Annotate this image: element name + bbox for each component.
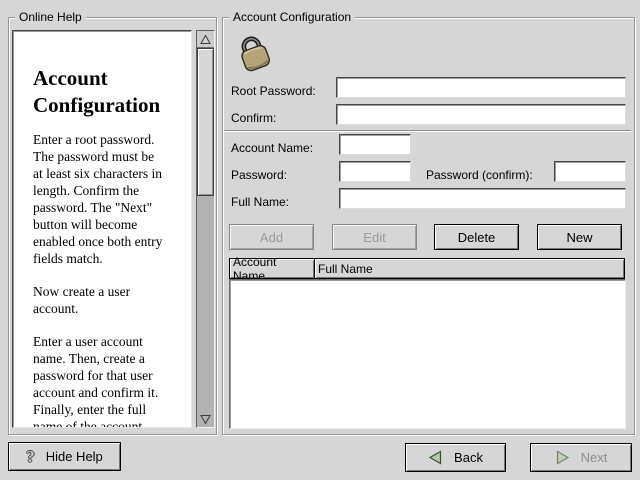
confirm-label: Confirm: <box>231 111 276 125</box>
help-paragraph: Now create a user account. <box>33 283 189 317</box>
add-button[interactable]: Add <box>229 224 314 250</box>
edit-button[interactable]: Edit <box>332 224 417 250</box>
full-name-label: Full Name: <box>231 195 289 209</box>
confirm-password-input[interactable] <box>336 104 626 125</box>
back-arrow-icon <box>428 450 443 465</box>
hide-help-label: Hide Help <box>46 449 103 464</box>
help-question-icon: ? <box>26 448 35 465</box>
account-config-panel: Account Configuration Root Password: Con… <box>222 17 635 435</box>
help-text: Account Configuration Enter a root passw… <box>13 31 191 428</box>
section-separator <box>224 130 631 132</box>
account-name-label: Account Name: <box>231 141 313 155</box>
next-arrow-icon <box>555 450 570 465</box>
account-config-frame-title: Account Configuration <box>229 10 355 24</box>
password-input[interactable] <box>339 161 411 182</box>
accounts-table-body[interactable] <box>229 279 626 429</box>
password-label: Password: <box>231 168 287 182</box>
arrow-up-icon <box>200 34 211 45</box>
scroll-up-button[interactable] <box>197 31 214 48</box>
help-paragraph: Enter a user account name. Then, create … <box>33 333 189 428</box>
column-header-account-name[interactable]: Account Name <box>229 258 315 279</box>
online-help-panel: Online Help Account Configuration Enter … <box>8 17 217 435</box>
back-button[interactable]: Back <box>405 443 506 472</box>
scrollbar-thumb[interactable] <box>197 48 214 196</box>
next-label: Next <box>581 450 608 465</box>
root-password-input[interactable] <box>336 77 626 98</box>
hide-help-button[interactable]: ? Hide Help <box>8 442 121 471</box>
help-heading: Account Configuration <box>33 65 189 119</box>
lock-icon <box>232 31 276 73</box>
online-help-frame-title: Online Help <box>15 10 86 24</box>
help-paragraph: Enter a root password. The password must… <box>33 131 189 267</box>
arrow-down-icon <box>200 414 211 425</box>
next-button[interactable]: Next <box>530 443 632 472</box>
accounts-table-header: Account Name Full Name <box>229 258 626 279</box>
scroll-down-button[interactable] <box>197 411 214 427</box>
help-text-viewport: Account Configuration Enter a root passw… <box>12 30 192 428</box>
back-label: Back <box>454 450 483 465</box>
account-name-input[interactable] <box>339 134 411 155</box>
help-scrollbar[interactable] <box>196 30 215 428</box>
accounts-table: Account Name Full Name <box>229 258 626 429</box>
new-button[interactable]: New <box>537 224 622 250</box>
password-confirm-label: Password (confirm): <box>426 168 533 182</box>
delete-button[interactable]: Delete <box>434 224 519 250</box>
full-name-input[interactable] <box>339 188 626 209</box>
column-header-full-name[interactable]: Full Name <box>314 258 625 279</box>
root-password-label: Root Password: <box>231 84 316 98</box>
password-confirm-input[interactable] <box>554 161 626 182</box>
installer-window: Online Help Account Configuration Enter … <box>0 0 640 480</box>
